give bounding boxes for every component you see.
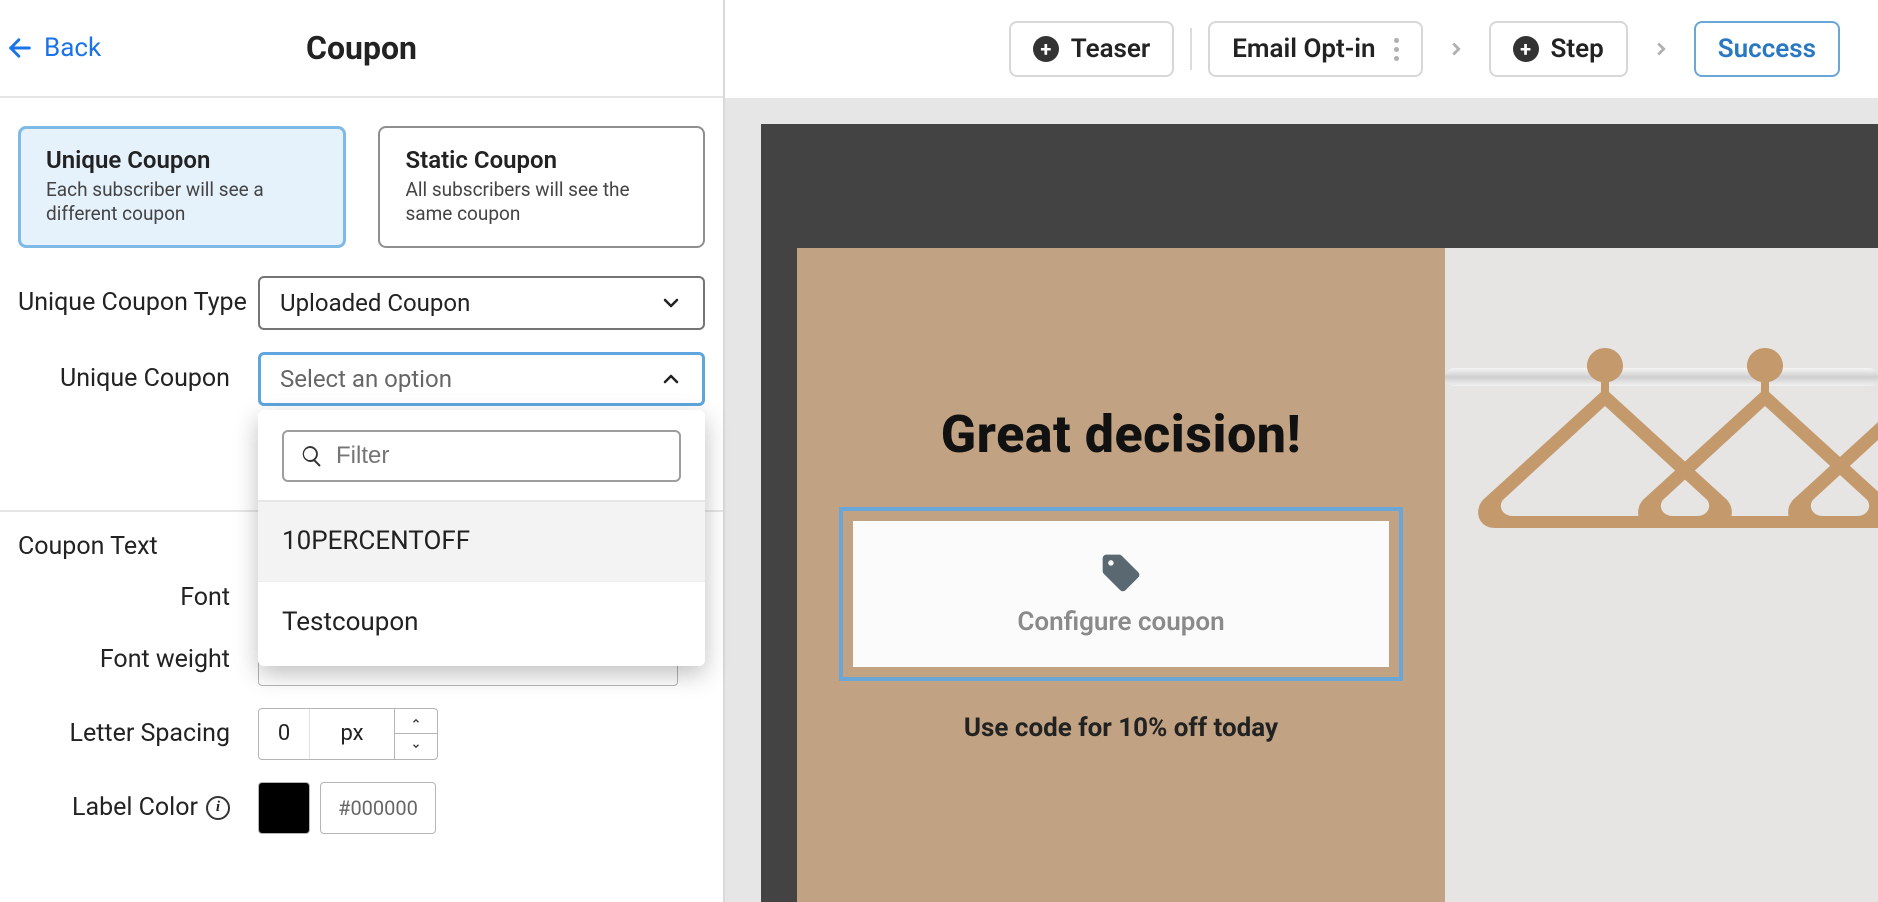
- mode-card-static[interactable]: Static Coupon All subscribers will see t…: [378, 126, 706, 248]
- step-label: Teaser: [1071, 34, 1150, 64]
- font-label: Font: [18, 583, 258, 612]
- plus-circle-icon: +: [1513, 36, 1539, 62]
- mode-card-title: Static Coupon: [406, 146, 682, 174]
- settings-panel: Back Coupon Unique Coupon Each subscribe…: [0, 0, 725, 902]
- back-label: Back: [44, 33, 101, 63]
- unique-coupon-label: Unique Coupon: [18, 362, 258, 396]
- kebab-icon[interactable]: [1388, 38, 1399, 61]
- preview-subtext: Use code for 10% off today: [839, 713, 1403, 743]
- coupon-slot-selected[interactable]: Configure coupon: [839, 507, 1403, 681]
- preview-panel: + Teaser Email Opt-in + Step Success: [725, 0, 1878, 902]
- dropdown-option[interactable]: Testcoupon: [258, 582, 705, 662]
- stepper-down[interactable]: [395, 734, 437, 759]
- color-hex-input[interactable]: #000000: [320, 782, 436, 834]
- preview-popup: Great decision! Configure coupon Use cod…: [797, 248, 1445, 902]
- step-bar: + Teaser Email Opt-in + Step Success: [725, 0, 1878, 98]
- stepper-up[interactable]: [395, 709, 437, 735]
- unique-coupon-type-select[interactable]: Uploaded Coupon: [258, 276, 705, 330]
- step-success[interactable]: Success: [1694, 21, 1840, 77]
- font-weight-label: Font weight: [18, 645, 258, 674]
- preview-frame: Great decision! Configure coupon Use cod…: [761, 124, 1878, 902]
- coupon-mode-section: Unique Coupon Each subscriber will see a…: [0, 98, 723, 276]
- mode-card-title: Unique Coupon: [46, 146, 322, 174]
- chevron-right-icon: [1439, 32, 1473, 66]
- label-color-label: Label Color i: [18, 793, 258, 822]
- divider: [1190, 28, 1192, 70]
- panel-header: Back Coupon: [0, 0, 723, 98]
- background-photo: [1445, 248, 1878, 902]
- info-icon[interactable]: i: [206, 796, 230, 820]
- stepper-unit: px: [309, 709, 395, 759]
- chevron-right-icon: [1644, 32, 1678, 66]
- unique-coupon-type-label: Unique Coupon Type: [18, 286, 258, 320]
- search-icon: [300, 444, 324, 468]
- color-swatch[interactable]: [258, 782, 310, 834]
- coupon-text-label: Coupon Text: [18, 532, 158, 561]
- back-button[interactable]: Back: [6, 33, 101, 63]
- tag-icon: [1099, 551, 1143, 595]
- hanger-icon: [1775, 348, 1878, 648]
- stepper-value: 0: [259, 709, 309, 759]
- page-title: Coupon: [306, 29, 417, 67]
- dropdown-option[interactable]: 10PERCENTOFF: [258, 502, 705, 582]
- configure-coupon-label: Configure coupon: [1017, 607, 1224, 637]
- step-email-optin[interactable]: Email Opt-in: [1208, 21, 1422, 77]
- coupon-select-section: Unique Coupon Type Uploaded Coupon Uniqu…: [0, 276, 723, 512]
- step-label: Success: [1718, 34, 1816, 64]
- chevron-up-icon: [659, 367, 683, 391]
- mode-card-unique[interactable]: Unique Coupon Each subscriber will see a…: [18, 126, 346, 248]
- select-value: Uploaded Coupon: [280, 289, 470, 317]
- mode-card-desc: All subscribers will see the same coupon: [406, 178, 682, 226]
- plus-circle-icon: +: [1033, 36, 1059, 62]
- letter-spacing-stepper[interactable]: 0 px: [258, 708, 438, 760]
- select-placeholder: Select an option: [280, 365, 452, 393]
- step-label: Step: [1551, 34, 1604, 64]
- coupon-dropdown: 10PERCENTOFF Testcoupon: [258, 410, 705, 666]
- preview-headline: Great decision!: [839, 404, 1403, 465]
- step-label: Email Opt-in: [1232, 34, 1375, 64]
- step-add-step[interactable]: + Step: [1489, 21, 1628, 77]
- step-teaser[interactable]: + Teaser: [1009, 21, 1174, 77]
- dropdown-filter-input[interactable]: [282, 430, 681, 482]
- letter-spacing-label: Letter Spacing: [18, 719, 258, 748]
- unique-coupon-select[interactable]: Select an option: [258, 352, 705, 406]
- mode-card-desc: Each subscriber will see a different cou…: [46, 178, 322, 226]
- filter-field[interactable]: [336, 442, 663, 470]
- chevron-down-icon: [659, 291, 683, 315]
- arrow-left-icon: [6, 34, 34, 62]
- canvas: Great decision! Configure coupon Use cod…: [725, 98, 1878, 902]
